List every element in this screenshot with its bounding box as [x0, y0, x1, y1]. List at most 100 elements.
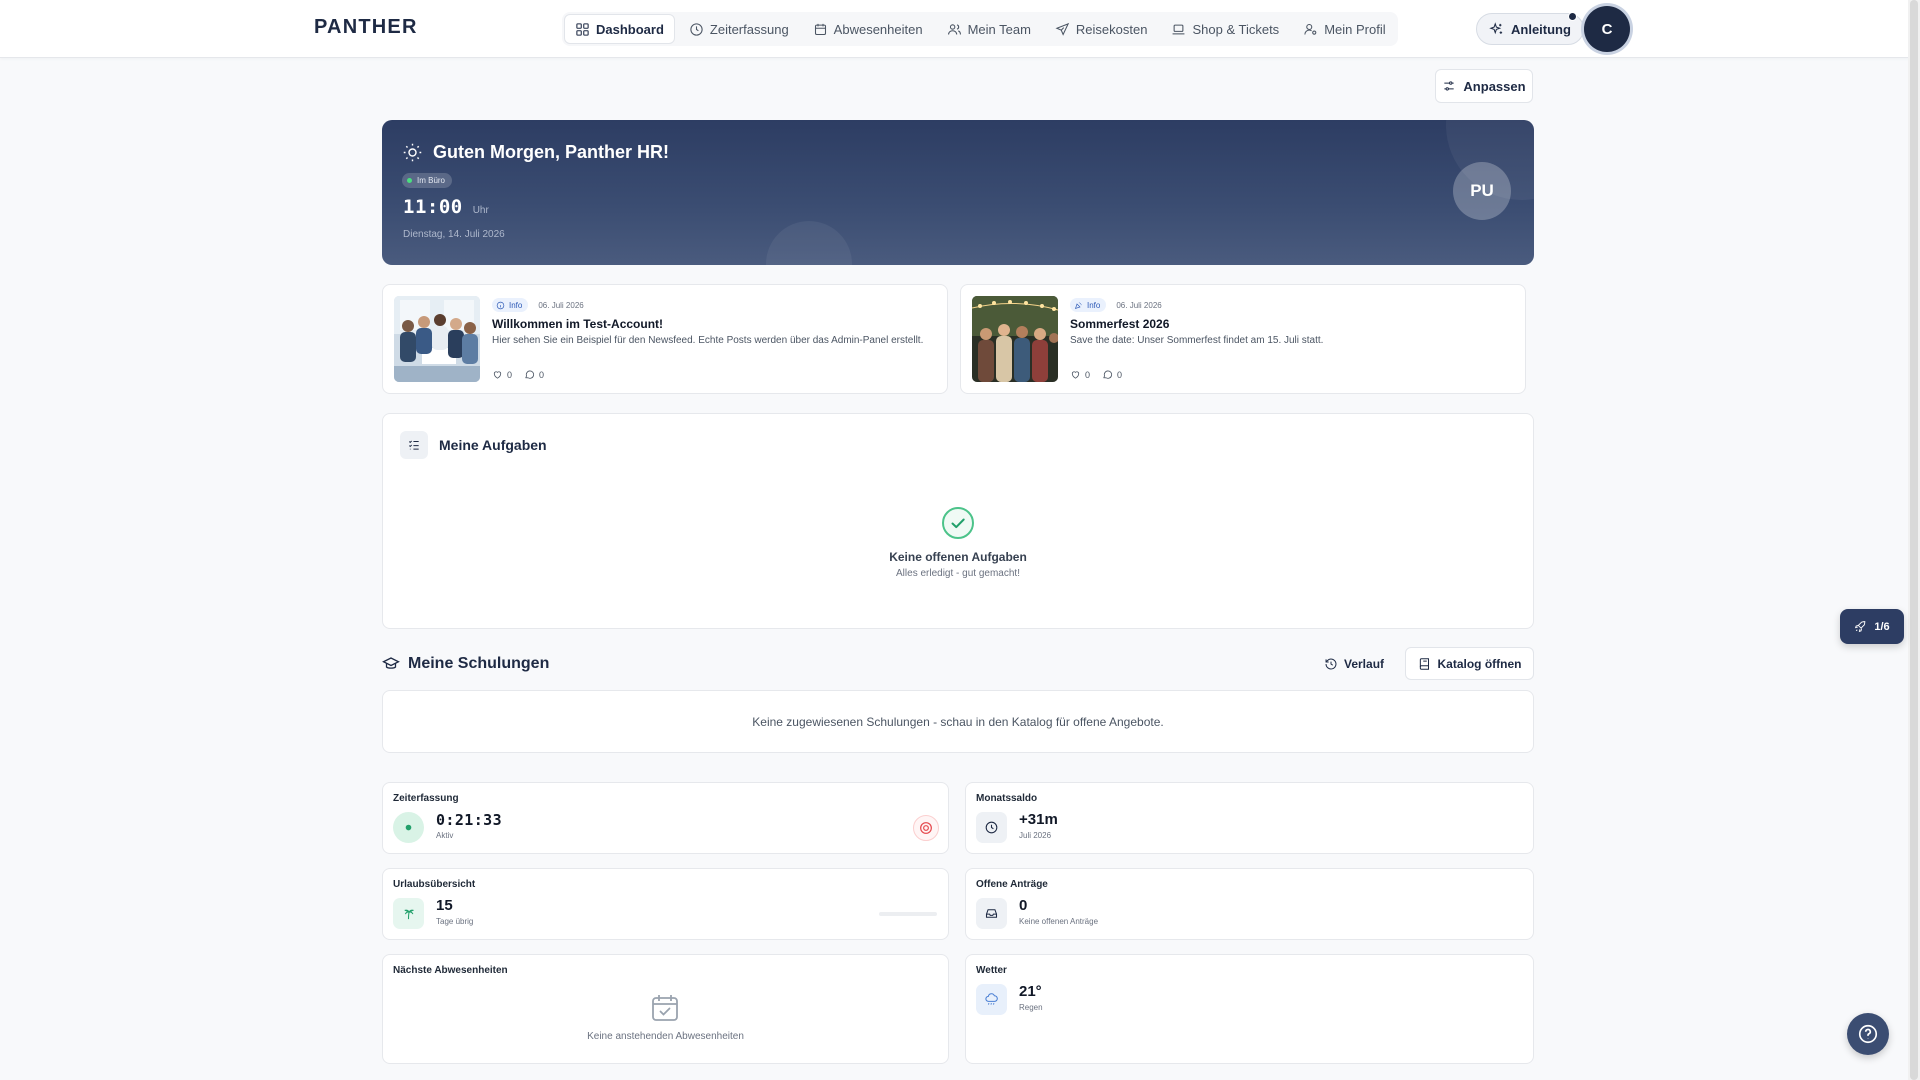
widget-time-tracking[interactable]: Zeiterfassung 0:21:33 Aktiv — [382, 782, 949, 854]
news-card[interactable]: Info 06. Juli 2026 Willkommen im Test-Ac… — [382, 284, 948, 394]
check-circle-icon — [942, 507, 974, 539]
nav-item-mein-profil[interactable]: Mein Profil — [1293, 14, 1395, 44]
open-catalog-button[interactable]: Katalog öffnen — [1405, 647, 1534, 680]
nav-item-mein-team[interactable]: Mein Team — [937, 14, 1041, 44]
widget-label: Wetter — [976, 965, 1007, 976]
widget-subtext: Aktiv — [436, 831, 454, 840]
main-nav: Dashboard Zeiterfassung Abwesenheiten Me… — [562, 12, 1398, 46]
grid-icon — [576, 22, 589, 36]
status-dot — [407, 178, 412, 183]
sun-icon — [403, 143, 422, 162]
stop-tracking-button[interactable] — [913, 815, 939, 841]
news-tag-label: Info — [509, 300, 523, 310]
info-icon — [496, 301, 505, 309]
widget-subtext: Regen — [1019, 1003, 1043, 1012]
nav-item-abwesenheiten[interactable]: Abwesenheiten — [803, 14, 933, 44]
news-tag: Info — [492, 298, 529, 312]
nav-item-zeiterfassung[interactable]: Zeiterfassung — [679, 14, 799, 44]
widget-subtext: Tage übrig — [436, 917, 474, 926]
news-tag-label: Info — [1087, 300, 1101, 310]
nav-item-label: Mein Team — [967, 21, 1031, 37]
news-title[interactable]: Sommerfest 2026 — [1070, 317, 1169, 331]
news-card[interactable]: Info 06. Juli 2026 Sommerfest 2026 Save … — [960, 284, 1526, 394]
status-text: Im Büro — [417, 176, 446, 185]
current-time: 11:00 Uhr — [403, 196, 489, 218]
absences-empty-text: Keine anstehenden Abwesenheiten — [587, 1031, 744, 1042]
nav-item-label: Shop & Tickets — [1192, 21, 1280, 37]
like-button[interactable]: 0 — [1070, 369, 1090, 380]
widget-monthly-balance[interactable]: Monatssaldo +31m Juli 2026 — [965, 782, 1534, 854]
vacation-progress-bar — [879, 912, 937, 916]
tasks-empty-subtitle: Alles erledigt - gut gemacht! — [896, 568, 1020, 579]
widget-value: 21° — [1019, 983, 1042, 1000]
comment-button[interactable]: 0 — [524, 369, 544, 380]
trainings-title-text: Meine Schulungen — [408, 655, 550, 672]
news-image-office — [394, 296, 480, 382]
tour-progress: 1/6 — [1874, 620, 1890, 633]
comment-icon — [525, 370, 535, 379]
nav-item-dashboard[interactable]: Dashboard — [564, 14, 675, 44]
cloud-rain-icon — [985, 993, 998, 1005]
greeting: Guten Morgen, Panther HR! — [402, 142, 669, 163]
checklist-icon — [408, 440, 419, 450]
clock-icon — [985, 821, 998, 834]
widget-label: Zeiterfassung — [393, 793, 459, 804]
nav-item-reisekosten[interactable]: Reisekosten — [1045, 14, 1158, 44]
widget-icon-box — [976, 984, 1007, 1015]
top-navigation-bar: PANTHER Dashboard Zeiterfassung Abwesenh… — [0, 0, 1920, 58]
help-button[interactable] — [1847, 1013, 1889, 1055]
history-button[interactable]: Verlauf — [1324, 650, 1384, 678]
palm-tree-icon — [404, 909, 414, 920]
widget-vacation-overview[interactable]: Urlaubsübersicht 15 Tage übrig — [382, 868, 949, 940]
calendar-check-icon — [652, 995, 678, 1021]
like-count: 0 — [507, 369, 513, 380]
widget-subtext: Keine offenen Anträge — [1019, 917, 1099, 926]
news-meta: Info 06. Juli 2026 — [492, 298, 584, 312]
widget-icon-box — [393, 898, 424, 929]
widget-label: Urlaubsübersicht — [393, 879, 476, 890]
nav-item-label: Dashboard — [596, 21, 664, 37]
brand-logo[interactable]: PANTHER — [314, 16, 418, 39]
book-icon — [1419, 657, 1429, 670]
widget-upcoming-absences[interactable]: Nächste Abwesenheiten Keine anstehenden … — [382, 954, 949, 1064]
comment-button[interactable]: 0 — [1102, 369, 1122, 380]
comment-count: 0 — [1117, 369, 1123, 380]
news-title[interactable]: Willkommen im Test-Account! — [492, 317, 663, 331]
notification-dot — [1568, 12, 1577, 21]
greeting-text: Guten Morgen, Panther HR! — [433, 142, 670, 162]
trainings-empty-text: Keine zugewiesenen Schulungen - schau in… — [752, 714, 1164, 729]
trainings-title: Meine Schulungen — [382, 655, 549, 673]
trainings-header: Meine Schulungen Verlauf Katalog öffnen — [382, 647, 1534, 681]
tasks-icon-box — [400, 431, 428, 459]
nav-item-label: Reisekosten — [1075, 21, 1148, 37]
news-actions: 0 0 — [1070, 369, 1122, 380]
widget-icon-box — [976, 812, 1007, 843]
laptop-icon — [1173, 24, 1185, 34]
news-date: 06. Juli 2026 — [538, 300, 584, 310]
onboarding-tour-button[interactable]: 1/6 — [1840, 609, 1904, 644]
user-avatar[interactable]: C — [1584, 6, 1630, 52]
like-count: 0 — [1085, 369, 1091, 380]
rocket-icon — [1855, 621, 1866, 633]
guide-label: Anleitung — [1511, 21, 1571, 37]
widget-value: 0 — [1019, 897, 1028, 914]
news-actions: 0 0 — [492, 369, 544, 380]
news-text: Save the date: Unser Sommerfest findet a… — [1070, 335, 1324, 346]
customize-button[interactable]: Anpassen — [1435, 69, 1533, 103]
active-status-icon — [393, 812, 424, 843]
scrollbar-thumb[interactable] — [1910, 0, 1918, 1080]
profile-avatar[interactable]: PU — [1453, 162, 1511, 220]
nav-item-shop-tickets[interactable]: Shop & Tickets — [1161, 14, 1289, 44]
widget-weather[interactable]: Wetter 21° Regen — [965, 954, 1534, 1064]
like-button[interactable]: 0 — [492, 369, 512, 380]
plane-icon — [1055, 22, 1070, 36]
history-icon — [1325, 658, 1337, 670]
nav-item-label: Abwesenheiten — [833, 21, 923, 37]
widget-open-requests[interactable]: Offene Anträge 0 Keine offenen Anträge — [965, 868, 1534, 940]
widget-icon-box — [976, 898, 1007, 929]
clock-icon — [690, 22, 703, 36]
nav-item-label: Mein Profil — [1324, 21, 1386, 37]
widget-value: +31m — [1019, 811, 1058, 828]
status-badge: Im Büro — [402, 173, 453, 188]
nav-item-label: Zeiterfassung — [709, 21, 789, 37]
